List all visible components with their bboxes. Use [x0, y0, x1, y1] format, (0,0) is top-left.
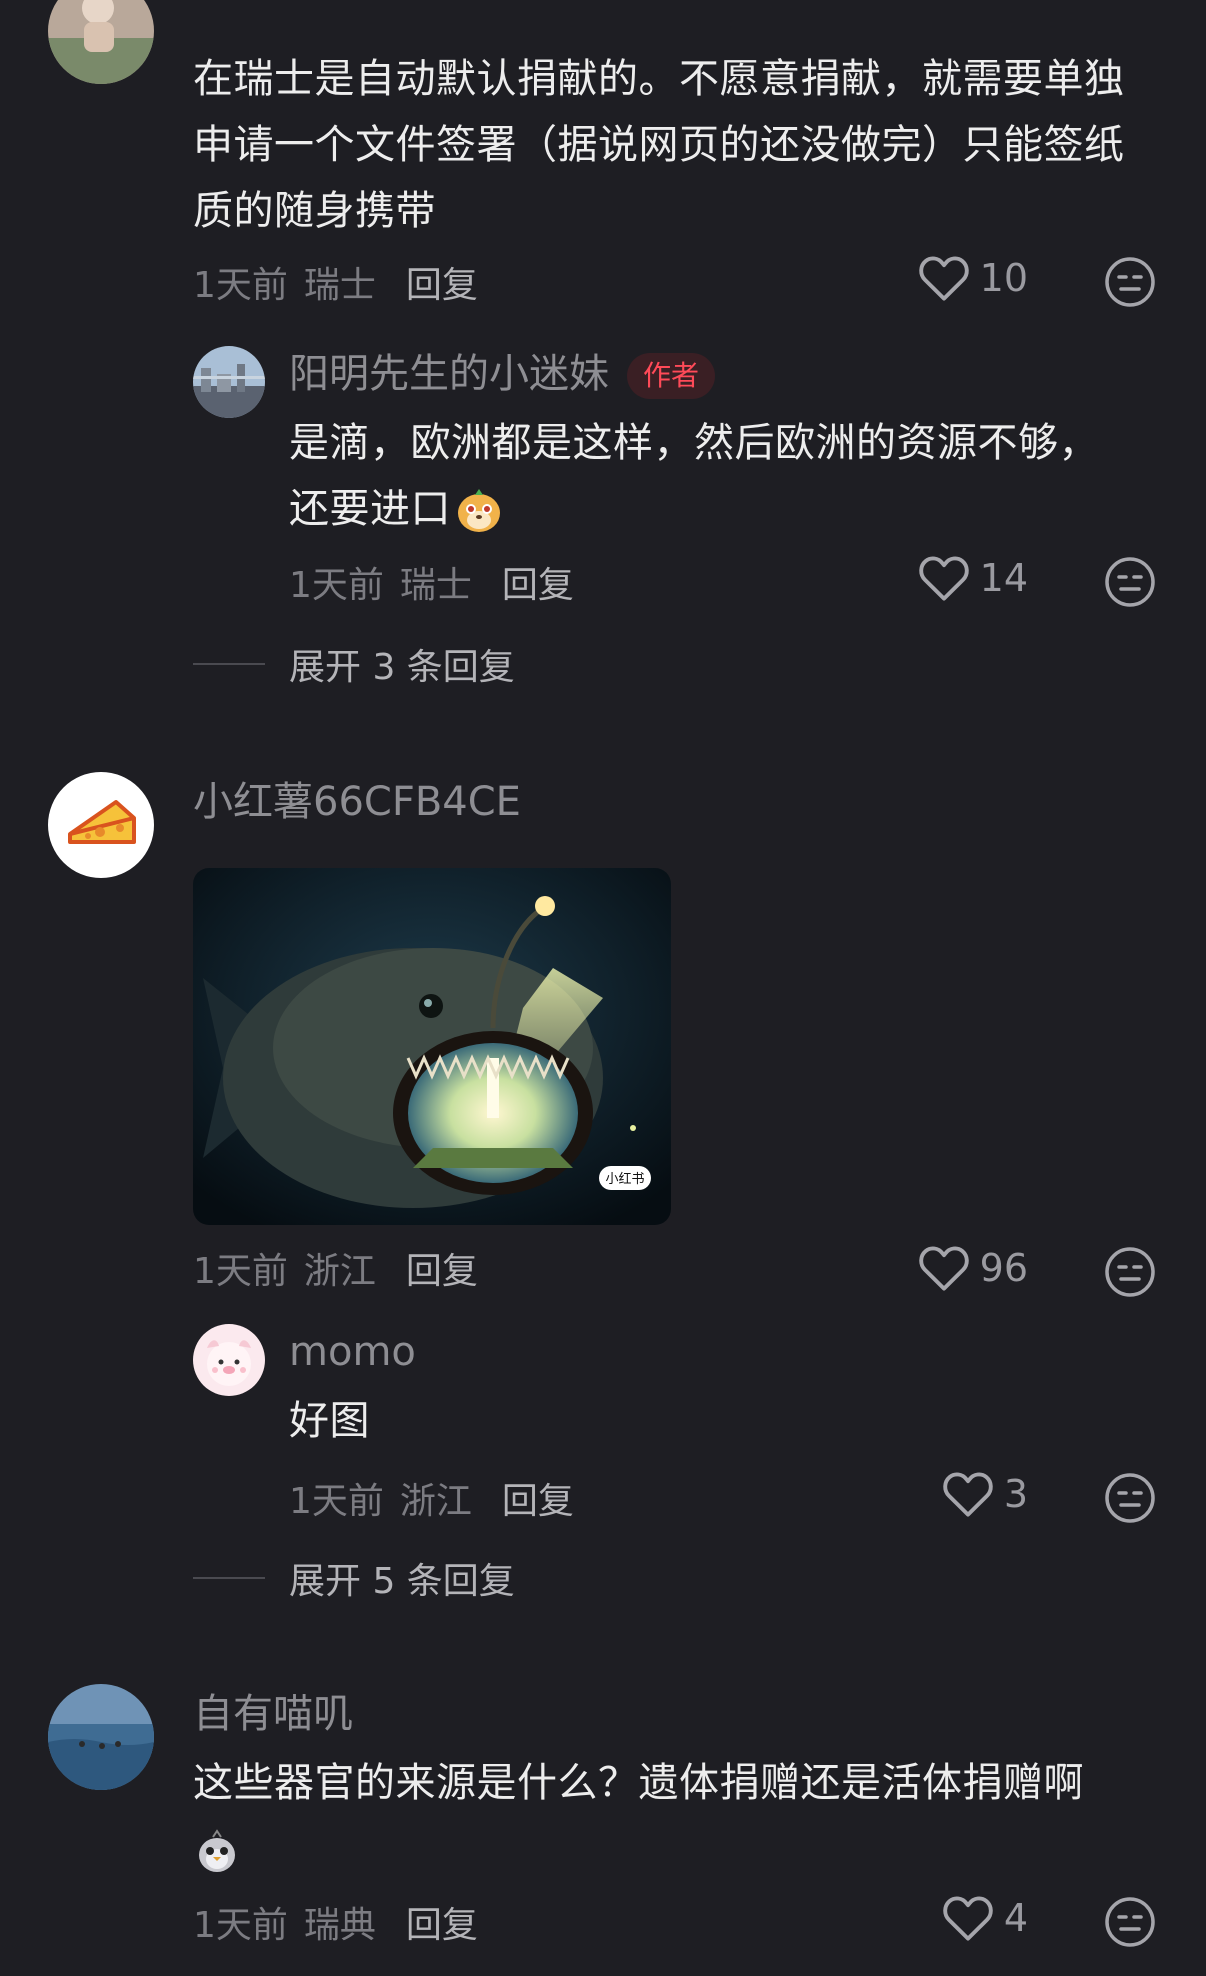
comment-time: 1天前	[193, 1905, 288, 1946]
comment-location: 瑞士	[303, 265, 376, 306]
comment-location: 瑞典	[303, 1905, 376, 1946]
comment-location: 浙江	[303, 1251, 376, 1292]
comment-avatar[interactable]	[48, 0, 154, 84]
city-photo-avatar	[193, 346, 265, 418]
cheese-avatar	[68, 800, 136, 844]
reply-nickname[interactable]: momo	[289, 1330, 416, 1374]
dislike-button[interactable]	[1104, 1246, 1156, 1298]
reply-text-content: 是滴，欧洲都是这样，然后欧洲的资源不够，还要进口	[289, 420, 1099, 532]
comment-text: 这些器官的来源是什么？遗体捐赠还是活体捐赠啊	[193, 1750, 1123, 1882]
comment-avatar[interactable]	[48, 1684, 154, 1790]
expand-replies-label: 展开 3 条回复	[289, 647, 515, 688]
sad-bird-emoji-icon	[199, 1829, 235, 1872]
comment-time: 1天前	[193, 1251, 288, 1292]
dislike-button[interactable]	[1104, 256, 1156, 308]
user-photo-avatar	[48, 0, 154, 84]
reply-location: 浙江	[399, 1481, 472, 1522]
comment-image[interactable]: 小红书	[193, 868, 671, 1225]
meh-face-icon	[1105, 257, 1155, 307]
like-button[interactable]: 4	[888, 1894, 1028, 1942]
expand-replies-button[interactable]: 展开 3 条回复	[193, 638, 515, 690]
dog-emoji-icon	[458, 489, 500, 532]
heart-icon	[918, 556, 969, 601]
anglerfish-image-icon: 小红书	[193, 868, 671, 1225]
reply-meta: 1天前 浙江 回复	[289, 1472, 574, 1524]
comment-meta: 1天前 瑞典 回复	[193, 1896, 478, 1948]
meh-face-icon	[1105, 1247, 1155, 1297]
like-count: 3	[1003, 1472, 1028, 1516]
like-button[interactable]: 10	[888, 254, 1028, 302]
expand-replies-button[interactable]: 展开 5 条回复	[193, 1552, 515, 1604]
dislike-button[interactable]	[1104, 1472, 1156, 1524]
reply-nickname-text: 阳明先生的小迷妹	[289, 351, 609, 397]
divider-line	[193, 663, 265, 665]
reply-avatar[interactable]	[193, 346, 265, 418]
heart-icon	[918, 256, 969, 301]
heart-icon	[918, 1246, 969, 1291]
comment-text: 在瑞士是自动默认捐献的。不愿意捐献，就需要单独申请一个文件签署（据说网页的还没做…	[193, 56, 1125, 234]
comment-avatar[interactable]	[48, 772, 154, 878]
like-button[interactable]: 14	[888, 554, 1028, 602]
expand-replies-label: 展开 5 条回复	[289, 1561, 515, 1602]
dislike-button[interactable]	[1104, 556, 1156, 608]
like-count: 14	[979, 556, 1028, 600]
reply-button[interactable]: 回复	[502, 1472, 574, 1524]
reply-meta: 1天前 瑞士 回复	[289, 556, 574, 608]
like-count: 96	[979, 1246, 1028, 1290]
reply-time: 1天前	[289, 565, 384, 606]
seascape-avatar	[48, 1684, 154, 1790]
reply-location: 瑞士	[399, 565, 472, 606]
like-count: 10	[979, 256, 1028, 300]
reply-time: 1天前	[289, 1481, 384, 1522]
reply-avatar[interactable]	[193, 1324, 265, 1396]
like-button[interactable]: 96	[888, 1244, 1028, 1292]
like-button[interactable]: 3	[888, 1470, 1028, 1518]
reply-nickname[interactable]: 阳明先生的小迷妹 作者	[289, 351, 716, 399]
like-count: 4	[1003, 1896, 1028, 1940]
reply-text: 是滴，欧洲都是这样，然后欧洲的资源不够，还要进口	[289, 410, 1119, 542]
dislike-button[interactable]	[1104, 1896, 1156, 1948]
comment-nickname[interactable]: 小红薯66CFB4CE	[193, 780, 521, 824]
reply-text: 好图	[289, 1398, 370, 1444]
reply-button[interactable]: 回复	[406, 1242, 478, 1294]
heart-icon	[943, 1472, 993, 1517]
reply-button[interactable]: 回复	[406, 256, 478, 308]
comment-time: 1天前	[193, 265, 288, 306]
author-badge: 作者	[627, 353, 716, 399]
meh-face-icon	[1105, 557, 1155, 607]
cute-pig-avatar	[207, 1340, 251, 1386]
comment-meta: 1天前 浙江 回复	[193, 1242, 478, 1294]
reply-button[interactable]: 回复	[502, 556, 574, 608]
meh-face-icon	[1105, 1473, 1155, 1523]
comment-nickname[interactable]: 自有喵叽	[193, 1692, 353, 1736]
reply-button[interactable]: 回复	[406, 1896, 478, 1948]
divider-line	[193, 1577, 265, 1579]
comment-text-content: 这些器官的来源是什么？遗体捐赠还是活体捐赠啊	[193, 1760, 1084, 1806]
watermark-text: 小红书	[605, 1171, 644, 1187]
comment-meta: 1天前 瑞士 回复	[193, 256, 478, 308]
meh-face-icon	[1105, 1897, 1155, 1947]
heart-icon	[943, 1896, 993, 1941]
